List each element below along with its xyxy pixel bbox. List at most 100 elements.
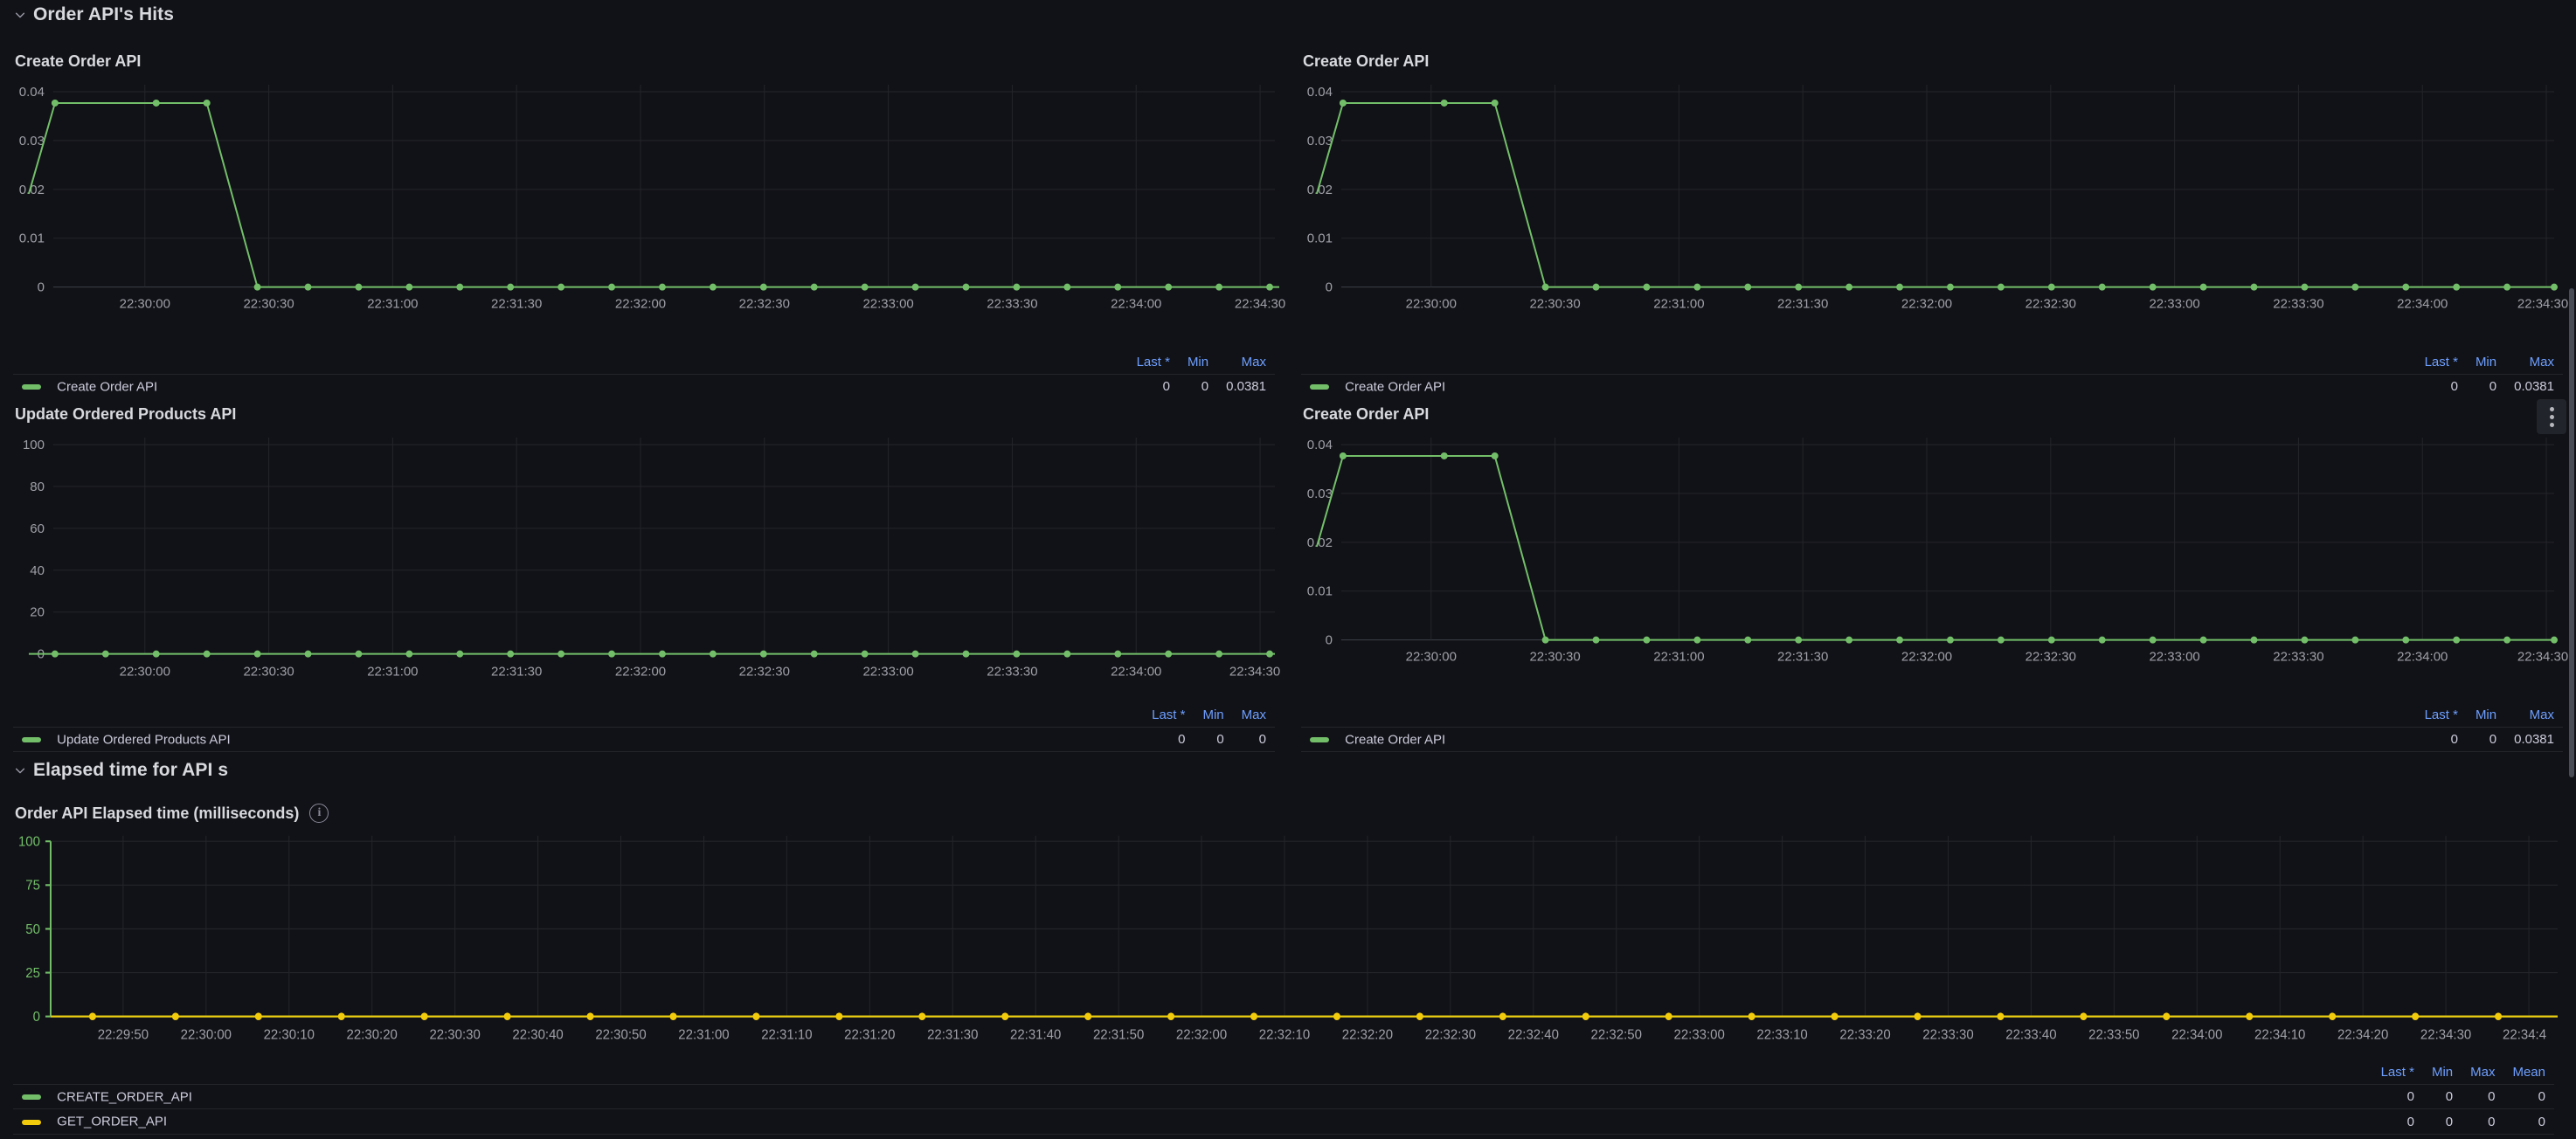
panel-title[interactable]: Order API Elapsed time (milliseconds) bbox=[15, 804, 299, 823]
svg-text:22:30:00: 22:30:00 bbox=[1406, 297, 1457, 312]
row-title: Order API's Hits bbox=[33, 4, 175, 24]
svg-text:22:31:30: 22:31:30 bbox=[491, 665, 542, 680]
legend-stat-header-max[interactable]: Max bbox=[1217, 352, 1275, 375]
svg-text:22:32:30: 22:32:30 bbox=[739, 297, 790, 312]
legend-name-header bbox=[13, 705, 1143, 728]
legend-stat-header-max[interactable]: Max bbox=[1233, 705, 1275, 728]
svg-text:22:32:00: 22:32:00 bbox=[615, 665, 666, 680]
svg-text:0.04: 0.04 bbox=[1307, 438, 1333, 452]
plot-area-update-ordered-products-api[interactable]: 100 80 60 40 20 0 22:30:00 22:30:30 22:3… bbox=[1, 425, 1287, 705]
legend-stat-header-last[interactable]: Last * bbox=[2416, 705, 2467, 728]
plot-area-order-api-elapsed-time[interactable]: 100 75 50 25 0 22:29:50 22:30:00 22:30:1… bbox=[1, 825, 2566, 1062]
svg-text:22:34:30: 22:34:30 bbox=[1235, 297, 1285, 312]
legend-header-row: Last * Min Max bbox=[13, 705, 1275, 728]
svg-text:22:30:10: 22:30:10 bbox=[264, 1027, 315, 1043]
svg-text:22:32:00: 22:32:00 bbox=[615, 297, 666, 312]
svg-text:22:33:20: 22:33:20 bbox=[1839, 1027, 1891, 1043]
svg-text:0: 0 bbox=[33, 1010, 41, 1025]
svg-text:22:33:30: 22:33:30 bbox=[2273, 297, 2323, 312]
legend-header-row: Last * Min Max bbox=[1301, 352, 2563, 375]
panel-order-api-elapsed-time: Order API Elapsed time (milliseconds) i bbox=[0, 790, 2567, 1139]
legend-series-row[interactable]: CREATE_ORDER_API 0 0 0 0 bbox=[13, 1083, 2554, 1110]
legend-stat-header-max[interactable]: Max bbox=[2462, 1062, 2503, 1085]
legend-series-name-cell[interactable]: CREATE_ORDER_API bbox=[13, 1083, 2372, 1110]
page-scrollbar[interactable] bbox=[2567, 0, 2576, 1139]
svg-text:22:30:20: 22:30:20 bbox=[347, 1027, 398, 1043]
svg-text:22:34:30: 22:34:30 bbox=[1229, 665, 1280, 680]
svg-text:22:33:50: 22:33:50 bbox=[2088, 1027, 2140, 1043]
legend-stat-header-min[interactable]: Min bbox=[2467, 705, 2505, 728]
scrollbar-thumb[interactable] bbox=[2569, 288, 2574, 777]
legend-series-row[interactable]: Create Order API 0 0 0.0381 bbox=[1301, 726, 2563, 753]
svg-text:22:30:30: 22:30:30 bbox=[1529, 650, 1580, 665]
legend-stat-header-last[interactable]: Last * bbox=[1143, 705, 1194, 728]
legend-update-ordered-products-api: Last * Min Max Update Ordered Products A… bbox=[1, 705, 1287, 756]
legend-order-api-elapsed-time: Last * Min Max Mean CREATE_ORDER_API 0 0… bbox=[1, 1062, 2566, 1138]
series-color-swatch bbox=[1310, 736, 1329, 742]
legend-series-name-cell[interactable]: Update Ordered Products API bbox=[13, 726, 1144, 753]
legend-series-name-cell[interactable]: Create Order API bbox=[1301, 726, 2416, 753]
legend-stat-header-mean[interactable]: Mean bbox=[2503, 1062, 2554, 1085]
legend-name-header bbox=[1301, 352, 2416, 375]
panel-title[interactable]: Create Order API bbox=[15, 52, 141, 71]
svg-text:22:32:30: 22:32:30 bbox=[739, 665, 790, 680]
legend-series-row[interactable]: GET_ORDER_API 0 0 0 0 bbox=[13, 1108, 2554, 1135]
plot-area-create-order-api-2[interactable]: 0.04 0.03 0.02 0.01 0 22:30:00 22:30:30 … bbox=[1289, 72, 2575, 352]
legend-stat-header-min[interactable]: Min bbox=[1179, 352, 1217, 375]
svg-text:0.03: 0.03 bbox=[1307, 487, 1333, 501]
legend-stat-mean: 0 bbox=[2503, 1083, 2554, 1110]
legend-name-header bbox=[13, 1062, 2372, 1085]
svg-text:22:33:00: 22:33:00 bbox=[862, 297, 913, 312]
svg-text:22:31:30: 22:31:30 bbox=[1777, 297, 1828, 312]
svg-text:22:34:30: 22:34:30 bbox=[2517, 297, 2568, 312]
legend-stat-header-last[interactable]: Last * bbox=[2416, 352, 2467, 375]
series-color-swatch bbox=[22, 1094, 41, 1100]
svg-text:22:30:30: 22:30:30 bbox=[243, 297, 294, 312]
svg-text:22:34:30: 22:34:30 bbox=[2420, 1027, 2472, 1043]
svg-text:22:29:50: 22:29:50 bbox=[98, 1027, 149, 1043]
dashboard: Order API's Hits Create Order API 0.04 0… bbox=[0, 0, 2576, 1139]
legend-stat-header-max[interactable]: Max bbox=[2505, 705, 2563, 728]
menu-dot bbox=[2549, 406, 2554, 411]
svg-text:75: 75 bbox=[25, 878, 40, 894]
legend-stat-header-last[interactable]: Last * bbox=[1128, 352, 1179, 375]
legend-stat-mean: 0 bbox=[2503, 1108, 2554, 1135]
row-header-elapsed-time[interactable]: Elapsed time for API s bbox=[0, 756, 524, 785]
legend-stat-max: 0 bbox=[1232, 726, 1275, 753]
svg-text:22:33:30: 22:33:30 bbox=[2273, 650, 2323, 665]
svg-text:22:31:00: 22:31:00 bbox=[1653, 650, 1704, 665]
row-header-order-api-hits[interactable]: Order API's Hits bbox=[0, 0, 524, 30]
legend-stat-header-last[interactable]: Last * bbox=[2372, 1062, 2423, 1085]
svg-text:22:31:00: 22:31:00 bbox=[678, 1027, 730, 1043]
legend-series-label: CREATE_ORDER_API bbox=[57, 1089, 192, 1105]
legend-series-name-cell[interactable]: GET_ORDER_API bbox=[13, 1108, 2372, 1135]
legend-stat-header-min[interactable]: Min bbox=[1194, 705, 1232, 728]
legend-stat-max: 0 bbox=[2462, 1108, 2504, 1135]
svg-text:80: 80 bbox=[30, 480, 45, 494]
svg-text:22:33:30: 22:33:30 bbox=[987, 665, 1037, 680]
svg-text:22:34:00: 22:34:00 bbox=[2397, 297, 2448, 312]
legend-stat-header-min[interactable]: Min bbox=[2423, 1062, 2462, 1085]
legend-stat-last: 0 bbox=[2372, 1108, 2423, 1135]
legend-stat-max: 0 bbox=[2462, 1083, 2504, 1110]
svg-text:22:32:00: 22:32:00 bbox=[1901, 650, 1952, 665]
panel-title[interactable]: Create Order API bbox=[1303, 405, 1429, 424]
legend-stat-header-max[interactable]: Max bbox=[2505, 352, 2563, 375]
legend-series-row[interactable]: Update Ordered Products API 0 0 0 bbox=[13, 726, 1275, 753]
legend-header-row: Last * Min Max Mean bbox=[13, 1062, 2554, 1085]
panel-title[interactable]: Create Order API bbox=[1303, 52, 1429, 71]
plot-area-create-order-api-1[interactable]: 0.04 0.03 0.02 0.01 0 22:30:00 22:30:30 … bbox=[1, 72, 1287, 352]
svg-text:22:34:00: 22:34:00 bbox=[2397, 650, 2448, 665]
svg-text:22:30:30: 22:30:30 bbox=[429, 1027, 481, 1043]
legend-stat-header-min[interactable]: Min bbox=[2467, 352, 2505, 375]
info-icon[interactable]: i bbox=[309, 804, 329, 823]
panel-title[interactable]: Update Ordered Products API bbox=[15, 405, 236, 424]
svg-text:22:30:00: 22:30:00 bbox=[120, 665, 170, 680]
svg-text:22:32:30: 22:32:30 bbox=[2025, 297, 2076, 312]
legend-stat-max: 0.0381 bbox=[2505, 726, 2563, 753]
plot-area-create-order-api-3[interactable]: 0.04 0.03 0.02 0.01 0 22:30:00 22:30:30 … bbox=[1289, 425, 2575, 705]
svg-text:22:32:40: 22:32:40 bbox=[1508, 1027, 1560, 1043]
svg-text:0.04: 0.04 bbox=[19, 85, 45, 100]
legend-stat-last: 0 bbox=[2372, 1083, 2423, 1110]
svg-text:22:34:30: 22:34:30 bbox=[2517, 650, 2568, 665]
